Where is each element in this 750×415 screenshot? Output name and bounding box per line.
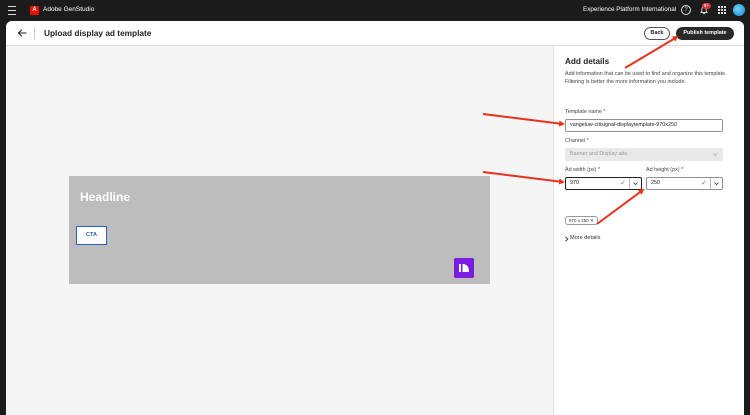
app-name[interactable]: Adobe GenStudio [43, 6, 94, 13]
template-name-input[interactable]: vangeluw-citisignal-displaytemplate-970x… [565, 119, 723, 132]
ad-width-combobox[interactable]: 970 ✓ [565, 177, 642, 190]
chevron-down-icon [633, 182, 638, 186]
details-panel: Add details Add information that can be … [553, 46, 744, 415]
channel-select: Banner and Display ads [565, 148, 723, 161]
remove-tag-icon[interactable]: ✕ [590, 218, 594, 223]
valid-check-icon: ✓ [620, 180, 626, 187]
page-title: Upload display ad template [44, 28, 152, 38]
more-details-toggle[interactable]: More details [570, 235, 600, 241]
ad-template-preview: Headline CTA [69, 176, 490, 284]
preview-canvas: Headline CTA [6, 46, 553, 415]
ad-height-label: Ad height (px) * [646, 167, 684, 173]
ad-width-value: 970 [570, 180, 579, 186]
hamburger-icon[interactable] [8, 6, 16, 15]
ad-width-dropdown-button[interactable] [629, 178, 641, 189]
avatar[interactable] [733, 4, 745, 16]
page-header: Upload display ad template Back Publish … [6, 21, 744, 46]
ad-height-combobox[interactable]: 250 ✓ [646, 177, 723, 190]
size-tag[interactable]: 970 x 250 ✕ [565, 216, 598, 225]
chevron-right-icon[interactable] [564, 236, 569, 242]
apps-grid-icon[interactable] [717, 5, 727, 15]
ad-cta-button: CTA [76, 226, 107, 245]
channel-value: Banner and Display ads [570, 151, 628, 157]
back-arrow-icon[interactable] [17, 28, 27, 38]
details-description: Add information that can be used to find… [565, 71, 727, 85]
ad-headline: Headline [80, 190, 131, 204]
header-divider [34, 27, 35, 40]
org-switcher[interactable]: Experience Platform International [583, 6, 676, 13]
ad-height-dropdown-button[interactable] [710, 178, 722, 189]
ad-width-label: Ad width (px) * [565, 167, 601, 173]
details-title: Add details [565, 57, 610, 66]
back-button[interactable]: Back [644, 27, 670, 40]
notification-badge: 9+ [702, 3, 711, 9]
channel-label: Channel * [565, 138, 589, 144]
top-bar: A Adobe GenStudio Experience Platform In… [0, 0, 750, 21]
publish-template-button[interactable]: Publish template [676, 27, 734, 40]
chevron-down-icon [714, 182, 719, 186]
help-icon[interactable]: ? [681, 5, 691, 15]
brand-logo-icon [454, 258, 474, 278]
adobe-logo-icon[interactable]: A [30, 6, 39, 15]
template-name-label: Template name * [565, 109, 606, 115]
valid-check-icon: ✓ [701, 180, 707, 187]
chevron-down-icon [713, 153, 718, 157]
app-frame: Upload display ad template Back Publish … [6, 21, 744, 415]
ad-height-value: 250 [651, 180, 660, 186]
